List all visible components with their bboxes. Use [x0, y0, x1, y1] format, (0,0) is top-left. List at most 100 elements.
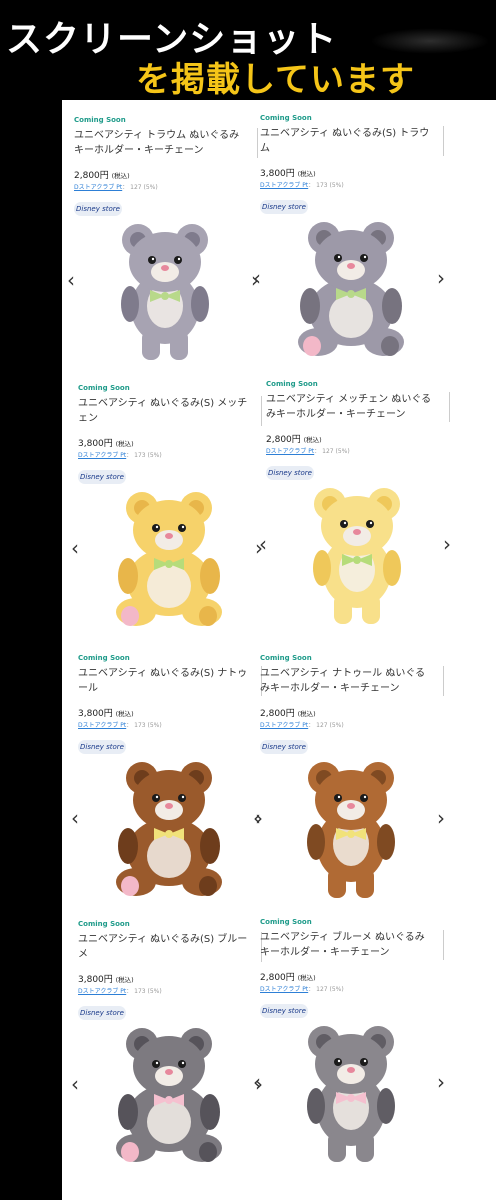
points-link[interactable]: Dストアクラブ Pt	[78, 988, 126, 995]
product-image[interactable]	[94, 478, 244, 634]
product-image[interactable]	[276, 208, 426, 364]
plush-image	[121, 224, 209, 360]
price-value: 3,800円	[78, 439, 113, 449]
coming-soon-label: Coming Soon	[78, 384, 130, 392]
product-price: 2,800円 (税込)	[260, 706, 316, 719]
chevron-left-icon[interactable]: ‹	[250, 1070, 264, 1094]
product-title[interactable]: ユニベアシティ メッチェン ぬいぐるみキーホルダー・キーチェーン	[266, 392, 436, 422]
coming-soon-label: Coming Soon	[266, 380, 318, 388]
product-image[interactable]	[94, 1014, 244, 1170]
points-link[interactable]: Dストアクラブ Pt	[78, 452, 126, 459]
product-price: 3,800円 (税込)	[260, 166, 316, 179]
product-title[interactable]: ユニベアシティ ナトゥール ぬいぐるみキーホルダー・キーチェーン	[260, 666, 430, 696]
points-info: Dストアクラブ Pt： 127 (5%)	[74, 184, 158, 191]
coming-soon-label: Coming Soon	[260, 654, 312, 662]
divider	[443, 930, 444, 960]
points-info: Dストアクラブ Pt： 127 (5%)	[260, 986, 344, 993]
product-card[interactable]: Coming Soon ユニベアシティ ぬいぐるみ(S) トラウム 3,800円…	[252, 106, 452, 368]
product-price: 3,800円 (税込)	[78, 706, 134, 719]
product-price: 3,800円 (税込)	[78, 972, 134, 985]
points-value: 127 (5%)	[316, 986, 344, 993]
product-card[interactable]: Coming Soon ユニベアシティ ぬいぐるみ(S) メッチェン 3,800…	[70, 376, 270, 638]
product-title[interactable]: ユニベアシティ ぬいぐるみ(S) メッチェン	[78, 396, 248, 426]
points-link[interactable]: Dストアクラブ Pt	[266, 448, 314, 455]
points-info: Dストアクラブ Pt： 173 (5%)	[78, 452, 162, 459]
product-card[interactable]: Coming Soon ユニベアシティ ぬいぐるみ(S) ブルーメ 3,800円…	[70, 912, 270, 1174]
product-price: 2,800円 (税込)	[266, 432, 322, 445]
product-title[interactable]: ユニベアシティ ぬいぐるみ(S) トラウム	[260, 126, 430, 156]
points-link[interactable]: Dストアクラブ Pt	[74, 184, 122, 191]
points-value: 173 (5%)	[134, 988, 162, 995]
price-value: 3,800円	[78, 975, 113, 985]
points-value: 127 (5%)	[130, 184, 158, 191]
product-grid: Coming Soon ユニベアシティ トラウム ぬいぐるみキーホルダー・キーチ…	[62, 100, 496, 1200]
points-link[interactable]: Dストアクラブ Pt	[260, 722, 308, 729]
plush-image	[116, 492, 222, 626]
product-price: 3,800円 (税込)	[78, 436, 134, 449]
product-card[interactable]: Coming Soon ユニベアシティ ぬいぐるみ(S) ナトゥール 3,800…	[70, 646, 270, 908]
product-card[interactable]: Coming Soon ユニベアシティ トラウム ぬいぐるみキーホルダー・キーチ…	[66, 108, 266, 370]
points-info: Dストアクラブ Pt： 173 (5%)	[78, 722, 162, 729]
plush-image	[307, 1026, 395, 1162]
points-value: 173 (5%)	[316, 182, 344, 189]
price-value: 2,800円	[260, 973, 295, 983]
coming-soon-label: Coming Soon	[260, 918, 312, 926]
plush-image	[116, 762, 222, 896]
chevron-right-icon[interactable]: ›	[434, 266, 448, 290]
price-value: 3,800円	[78, 709, 113, 719]
product-title[interactable]: ユニベアシティ ぬいぐるみ(S) ブルーメ	[78, 932, 248, 962]
points-link[interactable]: Dストアクラブ Pt	[260, 182, 308, 189]
chevron-left-icon[interactable]: ‹	[250, 806, 264, 830]
price-value: 2,800円	[260, 709, 295, 719]
tax-label: (税込)	[303, 436, 322, 444]
points-info: Dストアクラブ Pt： 173 (5%)	[260, 182, 344, 189]
chevron-left-icon[interactable]: ‹	[64, 268, 78, 292]
chevron-right-icon[interactable]: ›	[440, 532, 454, 556]
chevron-right-icon[interactable]: ›	[434, 806, 448, 830]
plush-image	[307, 762, 395, 898]
banner-smudge	[370, 28, 490, 54]
chevron-left-icon[interactable]: ‹	[68, 806, 82, 830]
product-card[interactable]: Coming Soon ユニベアシティ ナトゥール ぬいぐるみキーホルダー・キー…	[252, 646, 452, 908]
price-value: 2,800円	[74, 171, 109, 181]
coming-soon-label: Coming Soon	[78, 654, 130, 662]
product-title[interactable]: ユニベアシティ ブルーメ ぬいぐるみキーホルダー・キーチェーン	[260, 930, 430, 960]
coming-soon-label: Coming Soon	[78, 920, 130, 928]
chevron-left-icon[interactable]: ‹	[68, 536, 82, 560]
plush-image	[116, 1028, 222, 1162]
price-value: 2,800円	[266, 435, 301, 445]
coming-soon-label: Coming Soon	[74, 116, 126, 124]
chevron-left-icon[interactable]: ‹	[256, 532, 270, 556]
plush-image	[298, 222, 404, 356]
price-value: 3,800円	[260, 169, 295, 179]
product-card[interactable]: Coming Soon ユニベアシティ ブルーメ ぬいぐるみキーホルダー・キーチ…	[252, 910, 452, 1172]
points-value: 127 (5%)	[316, 722, 344, 729]
product-card[interactable]: Coming Soon ユニベアシティ メッチェン ぬいぐるみキーホルダー・キー…	[258, 372, 458, 634]
tax-label: (税込)	[115, 710, 134, 718]
product-image[interactable]	[276, 1012, 426, 1168]
points-value: 173 (5%)	[134, 452, 162, 459]
tax-label: (税込)	[115, 976, 134, 984]
product-image[interactable]	[90, 210, 240, 366]
points-value: 127 (5%)	[322, 448, 350, 455]
points-info: Dストアクラブ Pt： 127 (5%)	[266, 448, 350, 455]
product-image[interactable]	[282, 474, 432, 630]
product-title[interactable]: ユニベアシティ ぬいぐるみ(S) ナトゥール	[78, 666, 248, 696]
product-image[interactable]	[276, 748, 426, 904]
tax-label: (税込)	[111, 172, 130, 180]
points-info: Dストアクラブ Pt： 127 (5%)	[260, 722, 344, 729]
banner-line-2: を掲載しています	[136, 60, 415, 96]
divider	[449, 392, 450, 422]
points-value: 173 (5%)	[134, 722, 162, 729]
tax-label: (税込)	[297, 170, 316, 178]
screenshot-banner: スクリーンショット を掲載しています	[0, 0, 496, 96]
product-title[interactable]: ユニベアシティ トラウム ぬいぐるみキーホルダー・キーチェーン	[74, 128, 244, 158]
points-info: Dストアクラブ Pt： 173 (5%)	[78, 988, 162, 995]
chevron-right-icon[interactable]: ›	[434, 1070, 448, 1094]
chevron-left-icon[interactable]: ‹	[250, 266, 264, 290]
points-link[interactable]: Dストアクラブ Pt	[260, 986, 308, 993]
points-link[interactable]: Dストアクラブ Pt	[78, 722, 126, 729]
chevron-left-icon[interactable]: ‹	[68, 1072, 82, 1096]
product-image[interactable]	[94, 748, 244, 904]
tax-label: (税込)	[297, 974, 316, 982]
